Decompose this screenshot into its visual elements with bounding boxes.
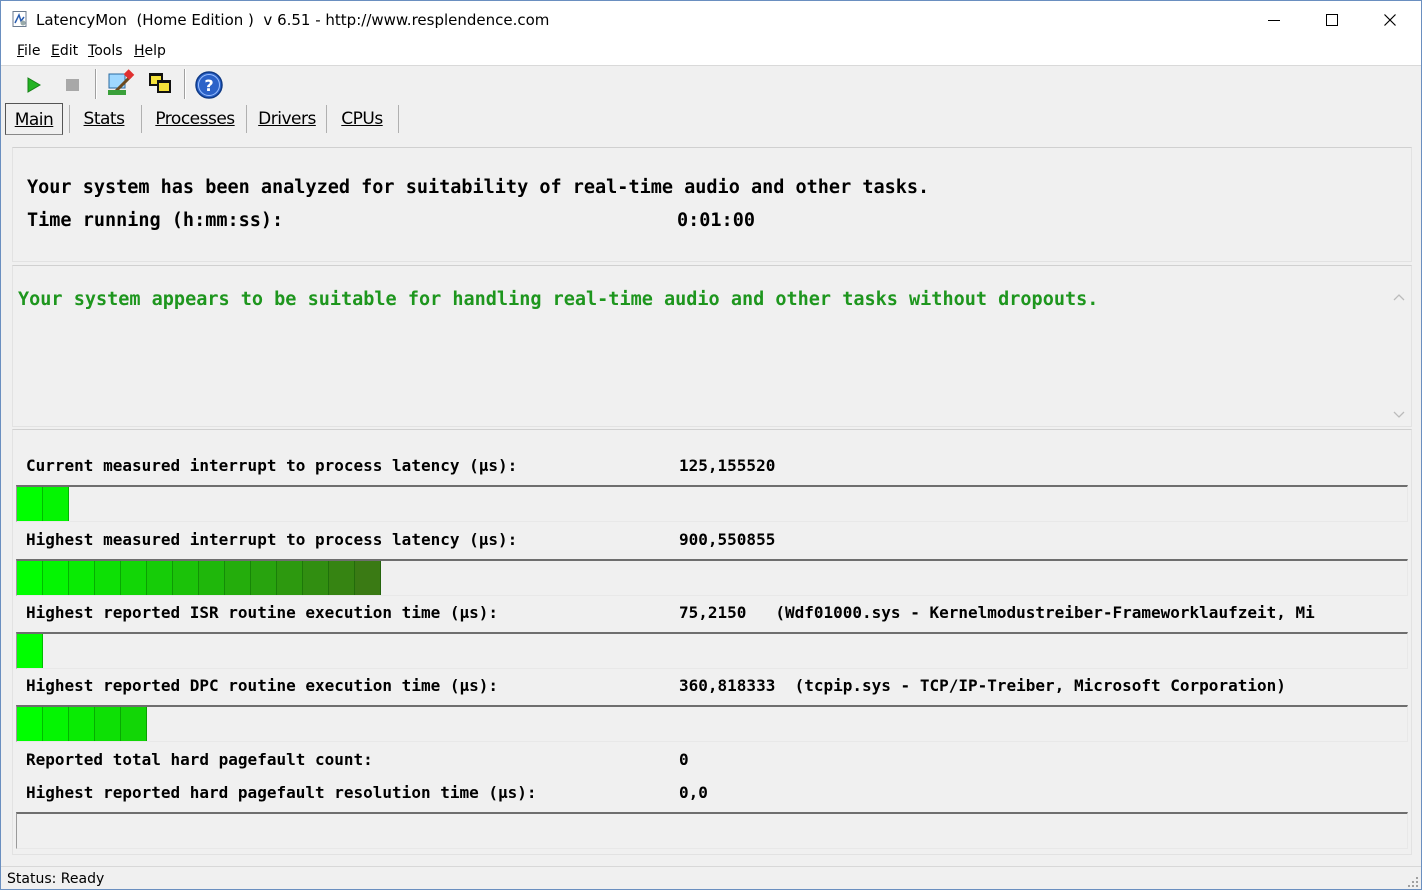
menu-bar: File Edit Tools Help — [1, 39, 1421, 66]
tab-separator — [141, 105, 142, 133]
bar-segment — [95, 707, 121, 741]
tab-separator — [69, 105, 70, 133]
bar-segment — [173, 561, 199, 595]
latency-bar — [16, 812, 1408, 849]
stop-monitor-button[interactable] — [57, 68, 87, 100]
scroll-down-icon[interactable] — [1393, 409, 1405, 419]
bar-fill — [17, 487, 69, 521]
menu-file[interactable]: File — [17, 43, 40, 59]
bar-segment — [199, 561, 225, 595]
bar-segment — [95, 561, 121, 595]
metric-value: 0,0 — [679, 783, 708, 802]
tab-main[interactable]: Main — [5, 103, 63, 135]
toolbar-separator — [95, 69, 97, 99]
metric-label: Reported total hard pagefault count: — [26, 750, 373, 769]
status-bar: Status: Ready — [1, 866, 1421, 889]
latency-bar — [16, 632, 1408, 669]
toolbar: ? — [1, 66, 1421, 103]
menu-help[interactable]: Help — [134, 43, 166, 59]
bar-segment — [17, 634, 43, 668]
stop-icon — [66, 79, 79, 91]
bar-segment — [43, 707, 69, 741]
bar-segment — [355, 561, 381, 595]
resize-grip-icon[interactable] — [1407, 876, 1419, 888]
toolbar-separator — [184, 69, 186, 99]
time-running-value: 0:01:00 — [677, 210, 755, 231]
windows-icon — [149, 73, 171, 93]
app-window: LatencyMon (Home Edition ) v 6.51 - http… — [0, 0, 1422, 890]
title-bar[interactable]: LatencyMon (Home Edition ) v 6.51 - http… — [1, 1, 1421, 39]
bar-segment — [17, 487, 43, 521]
bar-fill — [17, 561, 381, 595]
metric-value: 125,155520 — [679, 456, 776, 475]
metric-value: 0 — [679, 750, 689, 769]
bar-segment — [147, 561, 173, 595]
metric-label: Highest reported ISR routine execution t… — [26, 603, 499, 622]
metric-label: Highest measured interrupt to process la… — [26, 530, 518, 549]
tab-stats[interactable]: Stats — [75, 103, 133, 133]
time-running-label: Time running (h:mm:ss): — [27, 210, 284, 231]
play-icon — [27, 77, 41, 93]
menu-tools[interactable]: Tools — [88, 43, 123, 59]
bar-segment — [251, 561, 277, 595]
close-button[interactable] — [1362, 1, 1420, 39]
bar-segment — [303, 561, 329, 595]
window-layout-button[interactable] — [145, 68, 175, 100]
close-icon — [1384, 14, 1396, 26]
minimize-icon — [1268, 20, 1280, 21]
options-button[interactable] — [105, 68, 135, 100]
bar-segment — [69, 707, 95, 741]
tab-separator — [246, 105, 247, 133]
start-monitor-button[interactable] — [19, 68, 49, 100]
analysis-panel: Your system has been analyzed for suitab… — [12, 147, 1412, 262]
metric-label: Highest reported DPC routine execution t… — [26, 676, 499, 695]
latency-bar — [16, 705, 1408, 742]
window-title: LatencyMon (Home Edition ) v 6.51 - http… — [36, 11, 550, 29]
bar-segment — [43, 561, 69, 595]
bar-segment — [121, 561, 147, 595]
latency-bar — [16, 559, 1408, 596]
bar-fill — [17, 634, 43, 668]
latencymon-app-icon — [12, 11, 27, 27]
bar-segment — [121, 707, 147, 741]
bar-segment — [277, 561, 303, 595]
bar-segment — [225, 561, 251, 595]
tab-bar: Main Stats Processes Drivers CPUs — [1, 103, 1421, 135]
tab-separator — [326, 105, 327, 133]
help-button[interactable]: ? — [194, 68, 224, 100]
tab-processes[interactable]: Processes — [147, 103, 243, 133]
menu-edit[interactable]: Edit — [51, 43, 78, 59]
metric-label: Highest reported hard pagefault resoluti… — [26, 783, 537, 802]
settings-icon — [108, 69, 135, 95]
svg-text:?: ? — [204, 76, 213, 95]
bar-segment — [69, 561, 95, 595]
metric-value: 900,550855 — [679, 530, 776, 549]
minimize-button[interactable] — [1246, 1, 1304, 39]
bar-fill — [17, 707, 147, 741]
metric-value: 75,2150 (Wdf01000.sys - Kernelmodustreib… — [679, 603, 1315, 622]
metric-value: 360,818333 (tcpip.sys - TCP/IP-Treiber, … — [679, 676, 1286, 695]
bar-segment — [17, 707, 43, 741]
bar-segment — [43, 487, 69, 521]
status-text: Status: Ready — [7, 871, 105, 887]
scroll-up-icon[interactable] — [1393, 293, 1405, 303]
verdict-text: Your system appears to be suitable for h… — [18, 289, 1099, 310]
tab-cpus[interactable]: CPUs — [331, 103, 393, 133]
help-icon: ? — [195, 71, 223, 99]
metric-label: Current measured interrupt to process la… — [26, 456, 518, 475]
analysis-text: Your system has been analyzed for suitab… — [27, 177, 930, 198]
tab-drivers[interactable]: Drivers — [251, 103, 323, 133]
maximize-button[interactable] — [1304, 1, 1362, 39]
latency-bar — [16, 485, 1408, 522]
maximize-icon — [1326, 14, 1338, 26]
bar-segment — [17, 561, 43, 595]
bar-segment — [329, 561, 355, 595]
tab-separator — [398, 105, 399, 133]
